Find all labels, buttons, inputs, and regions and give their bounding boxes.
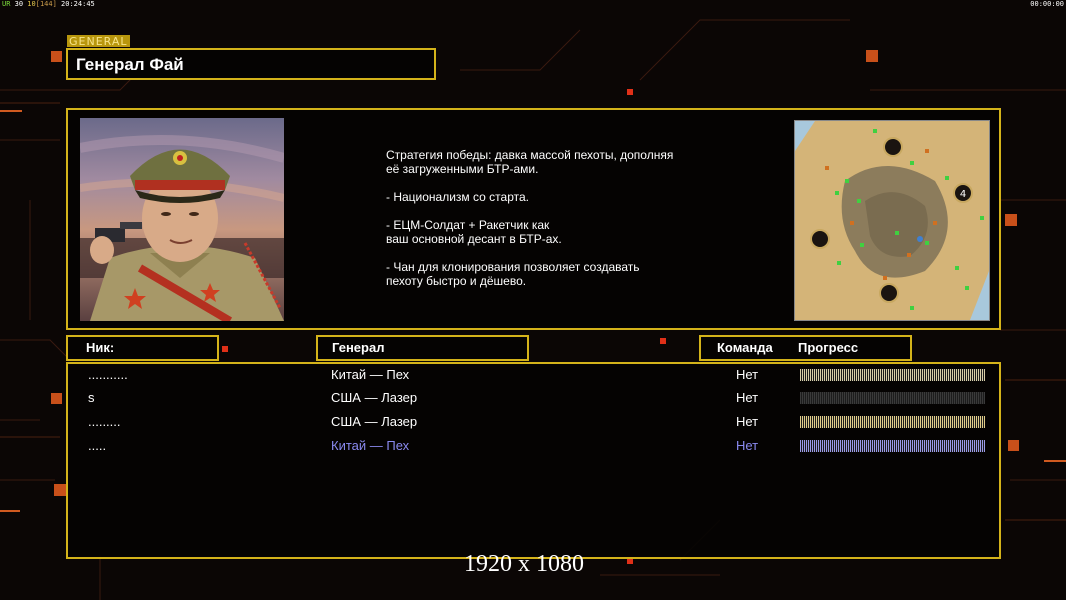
description-paragraph: - ЕЦМ-Солдат + Ракетчик как ваш основной… (386, 218, 562, 246)
team-progress-header-box: Команда Прогресс (699, 335, 912, 361)
player-row: s США — Лазер Нет (68, 388, 999, 410)
player-nick: ........... (88, 367, 128, 382)
title-box: Генерал Фай (66, 48, 436, 80)
player-nick: ..... (88, 438, 107, 453)
player-team: Нет (736, 367, 759, 382)
hud-segment: 20:24:45 (56, 0, 95, 8)
player-team: Нет (736, 390, 759, 405)
player-general: США — Лазер (331, 390, 418, 405)
general-info-panel: Стратегия победы: давка массой пехоты, д… (66, 108, 1001, 330)
player-nick: ......... (88, 414, 121, 429)
description-paragraph: Стратегия победы: давка массой пехоты, д… (386, 148, 674, 176)
resolution-label: 1920 x 1080 (464, 551, 584, 577)
general-name-title: Генерал Фай (76, 55, 184, 74)
nick-header: Ник: (86, 340, 115, 355)
map-marker-label: 4 (960, 189, 966, 200)
hud-clock: 00:00:00 (1030, 0, 1064, 8)
description-paragraph: - Национализм со старта. (386, 190, 529, 204)
progress-header: Прогресс (798, 340, 859, 355)
nick-header-box: Ник: (66, 335, 219, 361)
player-nick: s (88, 390, 95, 405)
description-paragraph: - Чан для клонирования позволяет создава… (386, 260, 640, 288)
player-team: Нет (736, 438, 759, 453)
progress-bar (800, 392, 985, 404)
progress-bar (800, 440, 985, 452)
hud-segment: 10 (23, 0, 36, 8)
player-team: Нет (736, 414, 759, 429)
progress-bar (800, 416, 985, 428)
team-header: Команда (717, 340, 773, 355)
player-general: Китай — Пех (331, 367, 410, 382)
hud-segment: [144] (35, 0, 57, 8)
player-row: ......... США — Лазер Нет (68, 412, 999, 434)
player-row: ..... Китай — Пех Нет (68, 436, 999, 458)
hud-stats: UR 30 10[144] 20:24:45 (2, 0, 95, 8)
players-panel: ........... Китай — Пех Нет s США — Лазе… (66, 362, 1001, 559)
general-portrait (80, 118, 284, 321)
map-preview: 4 (794, 120, 990, 321)
player-general: Китай — Пех (331, 438, 410, 453)
player-row: ........... Китай — Пех Нет (68, 365, 999, 387)
progress-bar (800, 369, 985, 381)
general-header-box: Генерал (316, 335, 529, 361)
player-general: США — Лазер (331, 414, 418, 429)
strategy-description: Стратегия победы: давка массой пехоты, д… (386, 148, 746, 302)
general-header: Генерал (332, 340, 385, 355)
hud-segment: 30 (10, 0, 24, 8)
general-tag: GENERAL (67, 35, 130, 48)
